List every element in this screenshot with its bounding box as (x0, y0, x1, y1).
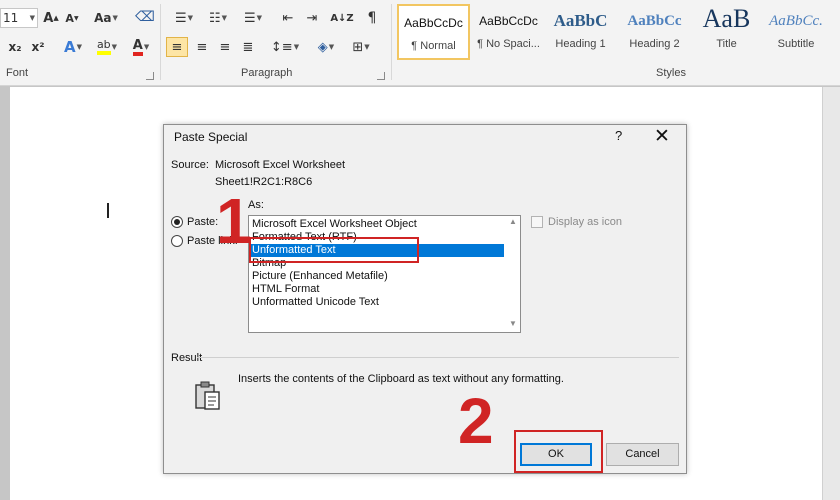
chevron-down-icon: ▼ (143, 43, 150, 51)
paragraph-group-label: Paragraph (241, 67, 293, 79)
align-right-button[interactable]: ≡ (215, 37, 235, 57)
paste-radio[interactable] (171, 216, 183, 228)
style-no-spacing[interactable]: AaBbCcDc ¶ No Spaci... (472, 4, 545, 60)
clear-formatting-icon[interactable]: ⌫ (135, 7, 155, 27)
style-name: ¶ Normal (411, 40, 456, 52)
source-label: Source: (171, 159, 209, 171)
list-item[interactable]: HTML Format (251, 283, 504, 296)
style-title[interactable]: AaB Title (690, 4, 763, 60)
style-name: ¶ No Spaci... (477, 38, 540, 50)
chevron-down-icon: ▼ (111, 43, 118, 51)
chevron-down-icon: ▼ (293, 43, 300, 51)
clipboard-icon (195, 381, 220, 410)
step-2-marker: 2 (458, 385, 494, 457)
borders-button[interactable]: ⊞ ▼ (346, 37, 376, 57)
font-dialog-launcher-icon[interactable] (146, 72, 154, 80)
bullets-button[interactable]: ☰ ▼ (170, 8, 198, 28)
result-divider (197, 357, 679, 358)
style-sample: AaBbCcDc (479, 14, 538, 28)
group-divider (160, 4, 161, 80)
close-button[interactable]: ✕ (654, 125, 670, 147)
style-heading-2[interactable]: AaBbCc Heading 2 (618, 4, 691, 60)
chevron-down-icon: ▼ (328, 43, 335, 51)
superscript-button[interactable]: x² (29, 37, 47, 57)
align-left-button[interactable]: ≡ (166, 37, 188, 57)
line-spacing-button[interactable]: ↕≡ ▼ (271, 37, 299, 57)
paste-special-dialog: Paste Special ? ✕ Source: Microsoft Exce… (163, 124, 687, 474)
sort-button[interactable]: A↓Z (330, 8, 354, 28)
style-sample: AaBbCcDc (404, 16, 463, 30)
chevron-down-icon: ▼ (187, 14, 194, 22)
highlight-button[interactable]: ab ▼ (91, 37, 123, 57)
subscript-label: x₂ (8, 40, 22, 54)
align-center-button[interactable]: ≡ (192, 37, 212, 57)
multilevel-list-button[interactable]: ☰ ▼ (238, 8, 268, 28)
list-item[interactable]: Unformatted Unicode Text (251, 296, 504, 309)
paste-radio-label[interactable]: Paste: (187, 216, 218, 228)
highlighter-icon: ab (96, 39, 111, 55)
style-sample: AaBbCc (627, 13, 682, 29)
style-sample: AaB (702, 4, 751, 33)
help-button[interactable]: ? (615, 128, 622, 143)
chevron-down-icon: ▼ (221, 14, 228, 22)
sort-icon: A↓Z (330, 12, 354, 24)
font-size-value: 11 (3, 11, 19, 25)
shrink-font-button[interactable]: A ▼ (63, 8, 81, 28)
list-item[interactable]: Microsoft Excel Worksheet Object (251, 218, 504, 231)
increase-indent-button[interactable]: ⇥ (302, 8, 322, 28)
justify-button[interactable]: ≣ (238, 37, 258, 57)
show-hide-marks-button[interactable]: ¶ (362, 8, 382, 28)
vertical-scrollbar[interactable] (822, 87, 840, 500)
style-subtitle[interactable]: AaBbCc. Subtitle (760, 4, 832, 60)
dialog-title: Paste Special (174, 130, 248, 144)
chevron-down-icon: ▼ (364, 43, 370, 51)
chevron-down-icon: ▼ (112, 14, 118, 22)
decrease-indent-button[interactable]: ⇤ (278, 8, 298, 28)
font-size-box[interactable]: 11 ▼ (0, 8, 38, 28)
style-sample: AaBbCc. (769, 13, 823, 29)
style-sample: AaBbC (553, 11, 608, 30)
font-color-icon: A (132, 39, 143, 56)
text-effects-button[interactable]: A ▼ (59, 37, 87, 57)
result-label: Result (171, 352, 203, 364)
listbox-scrollbar[interactable]: ▲ ▼ (505, 216, 521, 332)
highlight-box-unformatted-text (249, 237, 419, 263)
cancel-button[interactable]: Cancel (606, 443, 679, 466)
list-item[interactable]: Picture (Enhanced Metafile) (251, 270, 504, 283)
as-listbox[interactable]: Microsoft Excel Worksheet Object Formatt… (248, 215, 521, 333)
chevron-down-icon: ▼ (29, 14, 35, 22)
paragraph-dialog-launcher-icon[interactable] (377, 72, 385, 80)
ribbon: 11 ▼ A ▲ A ▼ Aa ▼ ⌫ x₂ x² A ▼ ab ▼ A ▼ Font ☰ ▼ … (0, 0, 840, 86)
font-group-label: Font (6, 67, 29, 79)
style-normal[interactable]: AaBbCcDc ¶ Normal (397, 4, 470, 60)
style-name: Subtitle (777, 38, 815, 50)
style-name: Heading 1 (555, 38, 606, 50)
display-as-icon-label: Display as icon (548, 216, 622, 228)
group-divider (391, 4, 392, 80)
style-name: Heading 2 (629, 38, 680, 50)
result-description: Inserts the contents of the Clipboard as… (238, 373, 564, 385)
highlight-box-ok-button (514, 430, 603, 473)
shading-button[interactable]: ◈ ▼ (311, 37, 341, 57)
paste-link-radio[interactable] (171, 235, 183, 247)
source-value: Microsoft Excel Worksheet (215, 159, 346, 171)
subscript-button[interactable]: x₂ (6, 37, 24, 57)
style-heading-1[interactable]: AaBbC Heading 1 (544, 4, 617, 60)
styles-group-label: Styles (656, 67, 686, 79)
text-cursor (107, 203, 109, 218)
scroll-down-icon[interactable]: ▼ (509, 319, 517, 328)
superscript-label: x² (31, 40, 45, 54)
change-case-button[interactable]: Aa ▼ (93, 8, 119, 28)
display-as-icon-checkbox[interactable] (531, 216, 543, 228)
change-case-label: Aa (94, 11, 112, 25)
chevron-down-icon: ▼ (256, 14, 263, 22)
numbering-button[interactable]: ☷ ▼ (203, 8, 233, 28)
step-1-marker: 1 (216, 185, 252, 257)
pilcrow-icon: ¶ (367, 10, 377, 26)
scroll-up-icon[interactable]: ▲ (509, 217, 517, 226)
font-color-button[interactable]: A ▼ (126, 37, 156, 57)
style-name: Title (716, 38, 737, 50)
chevron-down-icon: ▼ (76, 43, 82, 51)
grow-font-button[interactable]: A ▲ (42, 8, 60, 28)
